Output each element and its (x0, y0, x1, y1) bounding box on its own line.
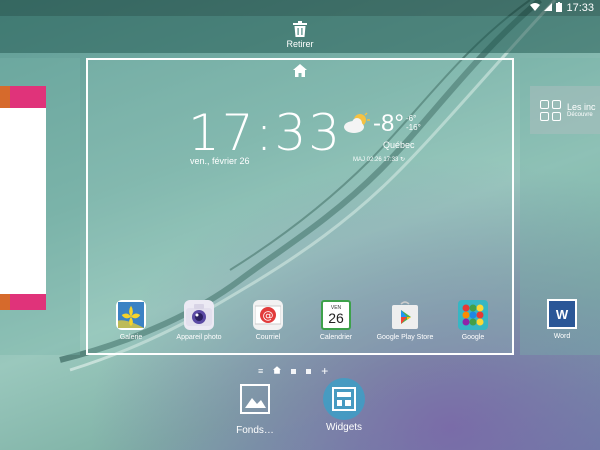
weather-high-low: -6° -16° (406, 114, 421, 132)
app-gallery[interactable]: Galerie (96, 300, 166, 341)
app-email[interactable]: @ Courriel (233, 300, 303, 341)
wallpaper-icon (240, 384, 270, 419)
wallpapers-label: Fonds… (236, 425, 274, 436)
home-icon[interactable] (293, 64, 307, 82)
card-footer (0, 294, 46, 310)
wifi-icon (530, 2, 541, 14)
card-body (0, 108, 46, 294)
right-widget[interactable]: Les inc Découvre (530, 86, 600, 134)
gallery-icon (116, 300, 146, 330)
app-camera[interactable]: Appareil photo (164, 300, 234, 341)
svg-text:@: @ (263, 309, 274, 322)
camera-icon (184, 300, 214, 330)
word-label: Word (553, 333, 571, 340)
previous-page-preview[interactable] (0, 58, 80, 355)
signal-icon (544, 2, 553, 14)
status-bar: 17:33 (0, 0, 600, 16)
wallpapers-button[interactable]: Fonds… (215, 384, 295, 436)
app-google-folder[interactable]: Google (438, 300, 508, 341)
remove-label: Retirer (286, 38, 314, 49)
app-word[interactable]: W Word (547, 299, 577, 340)
widgets-label: Widgets (325, 422, 363, 433)
app-play-store[interactable]: Google Play Store (370, 300, 440, 341)
card-header (0, 86, 46, 108)
battery-icon (556, 1, 563, 15)
weather-city: Québec (383, 140, 415, 150)
google-folder-icon (458, 300, 488, 330)
page-dot[interactable] (306, 368, 312, 374)
word-icon: W (547, 299, 577, 329)
weather-high: -6° (406, 114, 417, 123)
widget-grid-icon (540, 99, 561, 121)
play-store-icon (390, 300, 420, 330)
weather-updated: MAJ 02.26 17:33 ↻ (353, 157, 406, 163)
menu-lines-icon[interactable]: ≡ (258, 366, 263, 376)
home-screen-page[interactable]: 17:33 ven., février 26 -8° -6° -16° Québ… (86, 58, 514, 355)
partly-cloudy-icon (343, 110, 371, 139)
app-calendar[interactable]: VEN 26 Calendrier (301, 300, 371, 341)
clock-widget-time[interactable]: 17:33 (188, 104, 342, 162)
status-time: 17:33 (566, 2, 594, 14)
trash-icon (293, 20, 307, 37)
clock-widget-date: ven., février 26 (190, 156, 250, 166)
page-indicator: ≡ + (258, 364, 328, 378)
widgets-button[interactable]: Widgets (304, 378, 384, 433)
widgets-icon (323, 378, 365, 420)
calendar-icon: VEN 26 (321, 300, 351, 330)
page-dot[interactable] (291, 368, 297, 374)
weather-low: -16° (406, 123, 421, 132)
add-page-icon[interactable]: + (321, 364, 328, 378)
home-page-dot-icon[interactable] (273, 365, 282, 377)
app-shortcuts-row: Galerie Appareil photo @ Courriel VEN 26… (88, 300, 512, 350)
weather-temperature: -8° (373, 110, 404, 137)
email-icon: @ (253, 300, 283, 330)
next-page-preview[interactable]: Les inc Découvre W Word (520, 58, 600, 355)
remove-drop-target[interactable]: Retirer (0, 16, 600, 53)
right-widget-title: Les inc (567, 102, 596, 112)
right-widget-subtitle: Découvre (567, 112, 593, 118)
refresh-icon[interactable]: ↻ (400, 157, 405, 163)
